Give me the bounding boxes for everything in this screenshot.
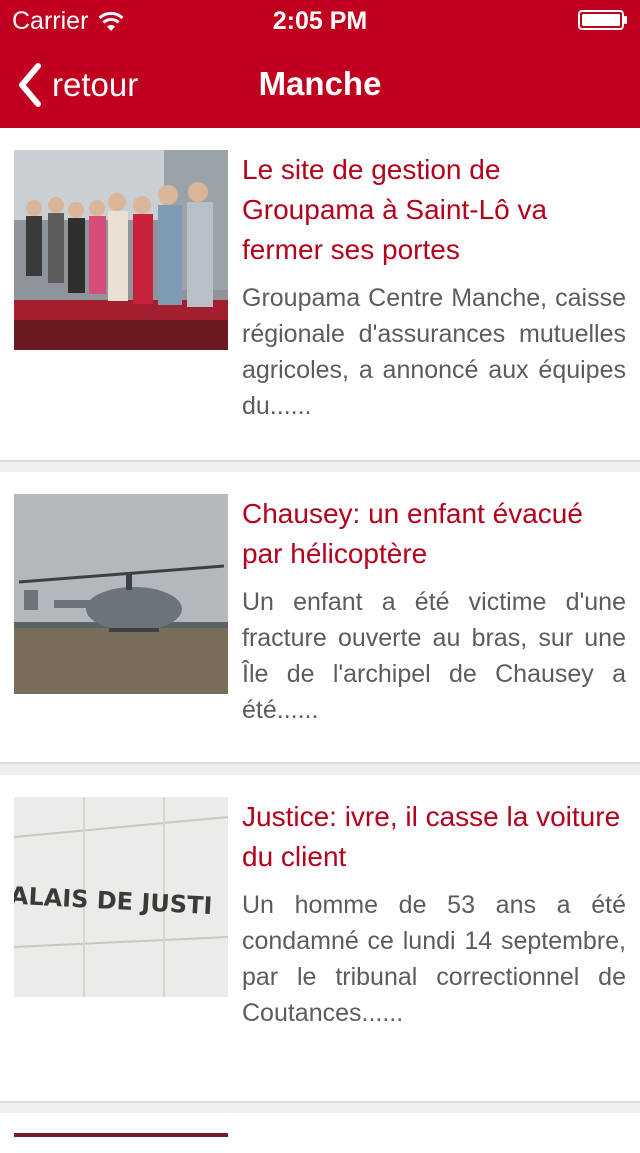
article-item[interactable]: Chausey: un enfant évacué par hélicoptèr…: [0, 472, 640, 764]
article-item[interactable]: [0, 1113, 640, 1153]
article-title: Justice: ivre, il casse la voiture du cl…: [242, 801, 621, 872]
article-thumbnail: [14, 1133, 228, 1137]
article-item[interactable]: Le site de gestion de Groupama à Saint-L…: [0, 128, 640, 462]
article-excerpt: Un homme de 53 ans a été condamné ce lun…: [242, 891, 626, 1027]
article-thumbnail-courthouse-photo: ALAIS DE JUSTI: [14, 797, 228, 997]
article-title: Chausey: un enfant évacué par hélicoptèr…: [242, 498, 583, 569]
article-excerpt: Groupama Centre Manche, caisse régionale…: [242, 284, 626, 420]
article-item[interactable]: ALAIS DE JUSTI Justice: ivre, il casse l…: [0, 775, 640, 1103]
article-thumbnail-helicopter-photo: [14, 494, 228, 694]
status-time: 2:05 PM: [272, 7, 368, 35]
article-excerpt: Un enfant a été victime d'une fracture o…: [242, 588, 626, 724]
article-thumbnail-group-photo: [14, 150, 228, 350]
status-bar: Carrier 2:05 PM: [0, 0, 640, 40]
page-title: Manche: [258, 65, 382, 102]
article-title: Le site de gestion de Groupama à Saint-L…: [242, 154, 548, 265]
app-header: Carrier 2:05 PM retour Manche: [0, 0, 640, 128]
battery-icon: [578, 10, 627, 30]
